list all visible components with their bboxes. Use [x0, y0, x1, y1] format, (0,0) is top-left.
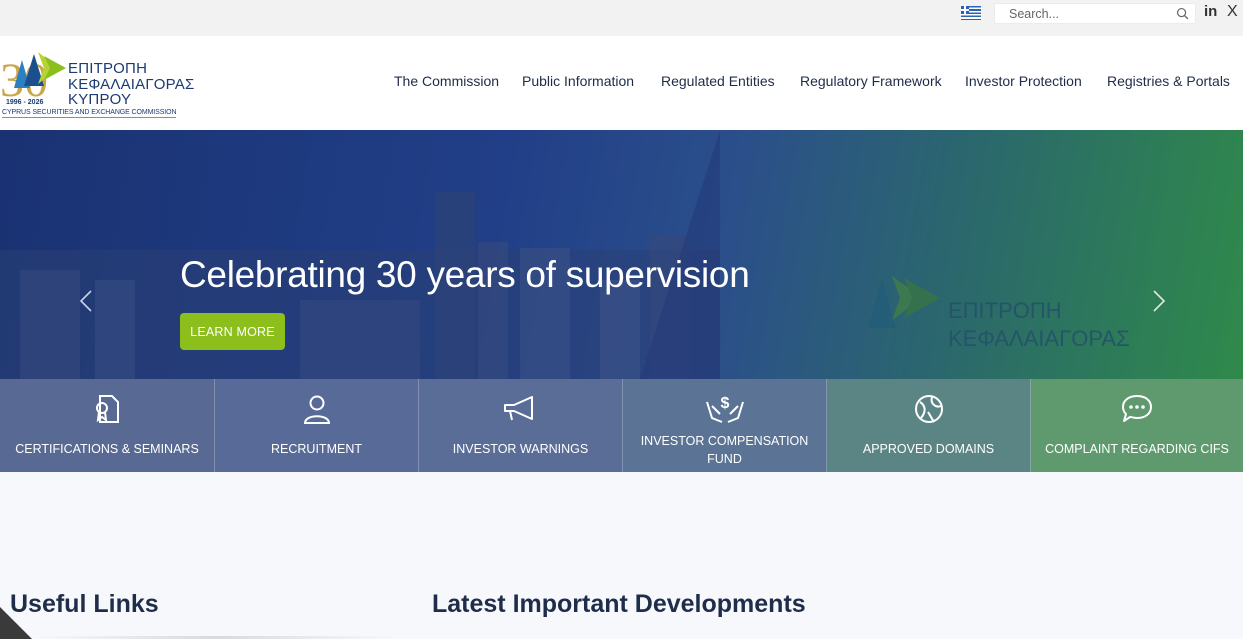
site-header: 30 ΕΠΙΤΡΟΠΗ ΚΕΦΑΛΑΙΑΓΟΡΑΣ ΚΥΠΡΟΥ 1996 - …: [0, 36, 1243, 130]
linkedin-icon[interactable]: in: [1204, 3, 1217, 20]
chat-bubble-icon: [1122, 395, 1152, 422]
megaphone-icon: [503, 396, 533, 421]
tile-recruitment[interactable]: RECRUITMENT: [215, 379, 419, 472]
quick-access-tiles: CERTIFICATIONS & SEMINARS RECRUITMENT IN…: [0, 379, 1243, 472]
tile-label-line-2: FUND: [707, 452, 742, 466]
background-logo-emblem-icon: [868, 276, 940, 328]
search-input[interactable]: [995, 4, 1171, 23]
tile-certifications[interactable]: CERTIFICATIONS & SEMINARS: [0, 379, 215, 472]
tile-approved-domains[interactable]: APPROVED DOMAINS: [827, 379, 1031, 472]
tile-label: RECRUITMENT: [271, 442, 362, 456]
nav-regulatory-framework[interactable]: Regulatory Framework: [800, 73, 942, 89]
tile-label: APPROVED DOMAINS: [862, 442, 995, 456]
logo-years: 1996 - 2026: [6, 99, 44, 106]
chevron-right-icon[interactable]: [1149, 288, 1169, 314]
chevron-left-icon[interactable]: [76, 288, 96, 314]
logo-emblem-icon: 30: [0, 52, 66, 106]
nav-registries-portals[interactable]: Registries & Portals: [1107, 73, 1230, 89]
user-icon: [303, 395, 330, 424]
tile-complaint-cifs[interactable]: COMPLAINT REGARDING CIFS: [1031, 379, 1243, 472]
nav-regulated-entities[interactable]: Regulated Entities: [661, 73, 775, 89]
tile-label: CERTIFICATIONS & SEMINARS: [15, 442, 199, 456]
site-logo[interactable]: 30 ΕΠΙΤΡΟΠΗ ΚΕΦΑΛΑΙΑΓΟΡΑΣ ΚΥΠΡΟΥ 1996 - …: [0, 46, 195, 122]
svg-text:$: $: [720, 395, 729, 412]
tile-label-line-1: INVESTOR COMPENSATION: [640, 434, 809, 448]
search-icon[interactable]: [1176, 7, 1189, 20]
tile-investor-compensation-fund[interactable]: $ INVESTOR COMPENSATION FUND: [623, 379, 827, 472]
tile-label: INVESTOR COMPENSATION FUND: [623, 432, 826, 468]
hands-dollar-icon: $: [705, 395, 744, 423]
logo-english-name: CYPRUS SECURITIES AND EXCHANGE COMMISSIO…: [2, 109, 177, 118]
content-area: Useful Links Latest Important Developmen…: [0, 472, 1243, 639]
latest-developments-heading: Latest Important Developments: [432, 590, 806, 618]
background-text-1: ΕΠΙΤΡΟΠΗ: [948, 298, 1062, 323]
logo-line-3: ΚΥΠΡΟΥ: [68, 91, 132, 108]
nav-public-information[interactable]: Public Information: [522, 73, 634, 89]
nav-the-commission[interactable]: The Commission: [394, 73, 499, 89]
corner-tab[interactable]: [0, 607, 32, 639]
background-text-2: ΚΕΦΑΛΑΙΑΓΟΡΑΣ: [948, 326, 1130, 351]
tile-label: INVESTOR WARNINGS: [452, 442, 589, 456]
globe-icon: [914, 395, 943, 423]
useful-links-heading: Useful Links: [10, 590, 159, 618]
search-box: [994, 3, 1196, 24]
hero-title: Celebrating 30 years of supervision: [180, 254, 750, 295]
tile-investor-warnings[interactable]: INVESTOR WARNINGS: [419, 379, 623, 472]
hero-slider: ΕΠΙΤΡΟΠΗ ΚΕΦΑΛΑΙΑΓΟΡΑΣ Celebrating 30 ye…: [0, 130, 1243, 379]
nav-investor-protection[interactable]: Investor Protection: [965, 73, 1082, 89]
x-twitter-icon[interactable]: X: [1227, 3, 1238, 21]
logo-line-1: ΕΠΙΤΡΟΠΗ: [68, 60, 148, 77]
learn-more-button[interactable]: LEARN MORE: [180, 313, 285, 350]
certificate-icon: [96, 395, 119, 423]
top-utility-bar: in X: [0, 0, 1243, 36]
tile-label: COMPLAINT REGARDING CIFS: [1045, 442, 1229, 456]
greek-flag-icon[interactable]: [961, 6, 981, 20]
